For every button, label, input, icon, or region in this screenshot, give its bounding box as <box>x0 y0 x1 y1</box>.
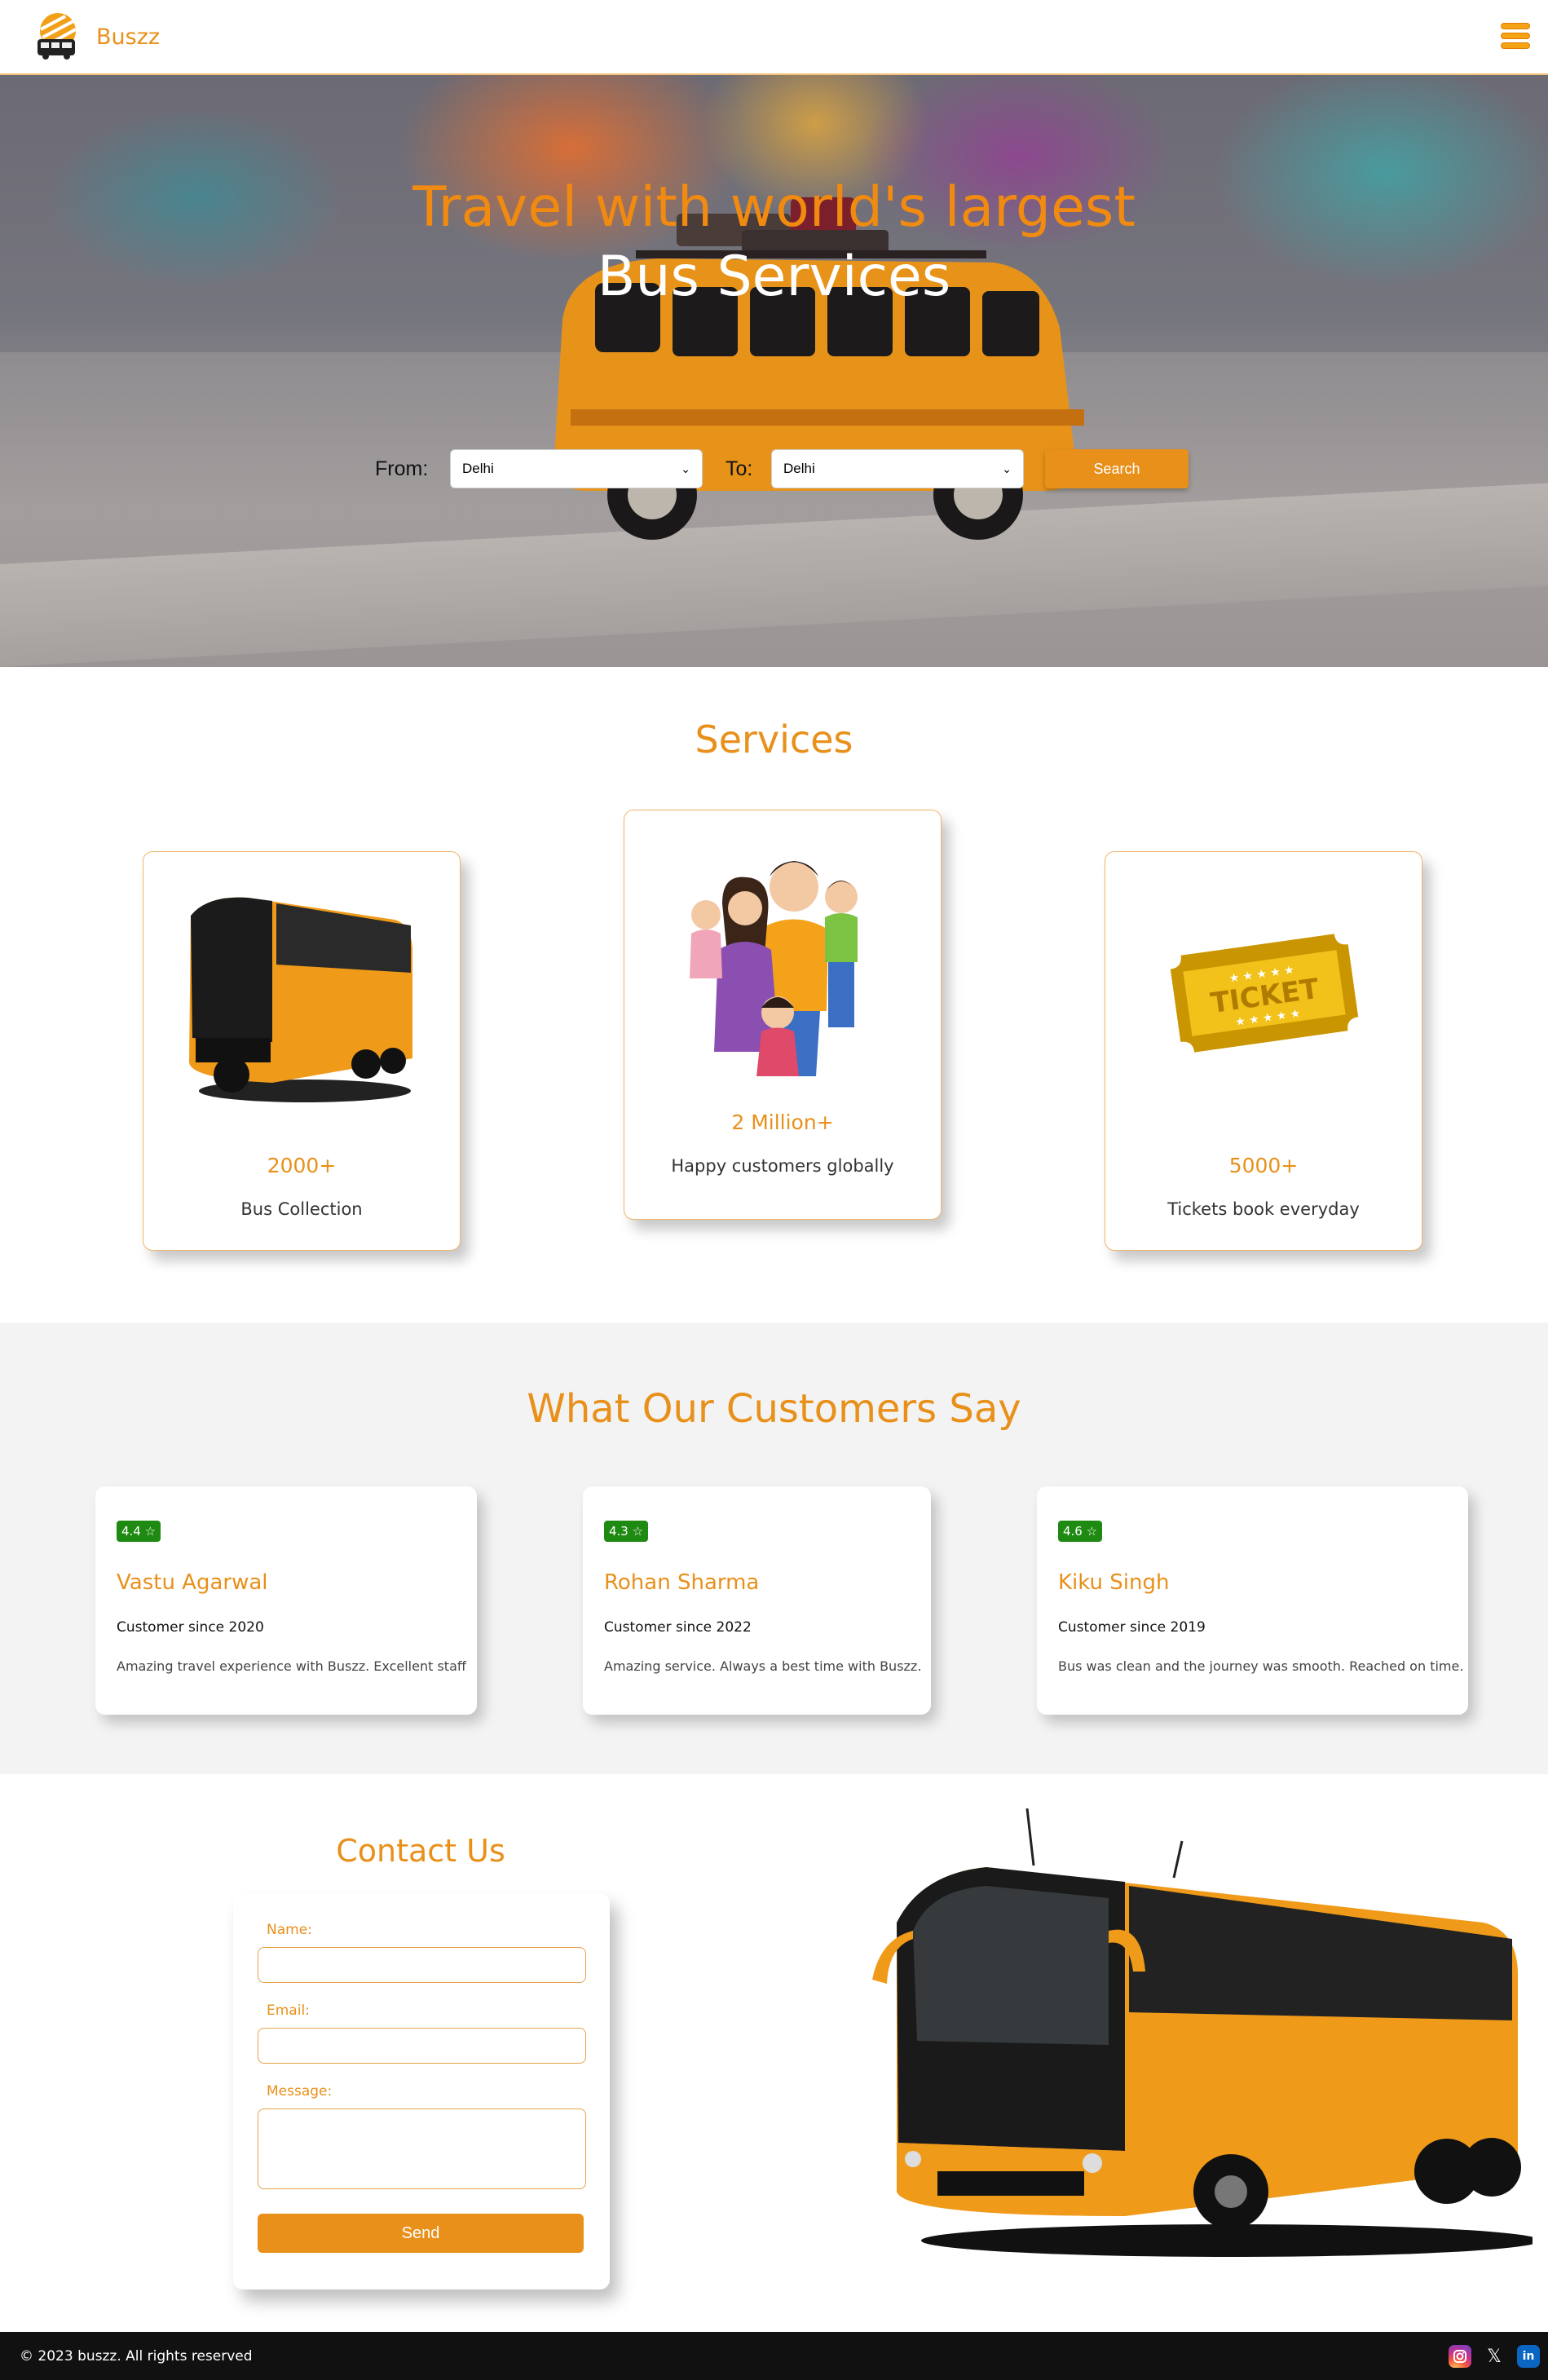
bus-icon <box>189 897 412 1102</box>
instagram-icon[interactable] <box>1449 2345 1471 2368</box>
email-input[interactable] <box>258 2028 586 2064</box>
name-label: Name: <box>267 1922 312 1938</box>
to-select[interactable]: Delhi ⌄ <box>771 449 1024 488</box>
testimonial-text: Amazing travel experience with Buszz. Ex… <box>117 1658 466 1674</box>
testimonials-title: What Our Customers Say <box>527 1386 1021 1432</box>
customer-name: Kiku Singh <box>1058 1570 1170 1595</box>
social-links: 𝕏 in <box>1449 2345 1540 2368</box>
hero-title-line2: Bus Services <box>597 245 951 309</box>
from-select[interactable]: Delhi ⌄ <box>450 449 703 488</box>
linkedin-icon[interactable]: in <box>1517 2345 1540 2368</box>
service-card-customers: 2 Million+ Happy customers globally <box>624 810 942 1220</box>
route-search-form: From: Delhi ⌄ To: Delhi ⌄ Search <box>375 448 1189 489</box>
to-select-value: Delhi <box>783 461 815 476</box>
contact-title: Contact Us <box>336 1833 505 1869</box>
testimonial-card: 4.4 ☆ Vastu Agarwal Customer since 2020 … <box>95 1486 477 1715</box>
rating-badge: 4.6 ☆ <box>1058 1521 1103 1542</box>
service-card-tickets: TICKET ★ ★ ★ ★ ★ ★ ★ ★ ★ ★ 5000+ Tickets… <box>1105 851 1422 1251</box>
rating-badge: 4.3 ☆ <box>604 1521 649 1542</box>
ticket-icon: TICKET ★ ★ ★ ★ ★ ★ ★ ★ ★ ★ <box>1170 934 1359 1053</box>
service-number: 2 Million+ <box>731 1111 834 1134</box>
from-label: From: <box>375 457 429 480</box>
service-card-bus: 2000+ Bus Collection <box>143 851 461 1251</box>
from-select-value: Delhi <box>462 461 494 476</box>
footer: © 2023 buszz. All rights reserved 𝕏 in <box>0 2332 1548 2380</box>
service-number: 5000+ <box>1228 1154 1299 1177</box>
message-textarea[interactable] <box>258 2108 586 2189</box>
contact-form: Name: Email: Message: Send <box>233 1893 610 2289</box>
name-input[interactable] <box>258 1947 586 1983</box>
bus-image <box>872 1808 1533 2257</box>
message-label: Message: <box>267 2083 333 2100</box>
hero-title-line1: Travel with world's largest <box>412 175 1136 240</box>
service-label: Tickets book everyday <box>1167 1199 1360 1219</box>
service-label: Happy customers globally <box>671 1156 894 1176</box>
brand-name[interactable]: Buszz <box>96 24 160 50</box>
copyright-text: © 2023 buszz. All rights reserved <box>20 2347 253 2365</box>
services-title: Services <box>695 718 853 762</box>
send-button[interactable]: Send <box>258 2214 584 2253</box>
rating-badge: 4.4 ☆ <box>117 1521 161 1542</box>
hero-banner: Travel with world's largest Bus Services <box>0 75 1548 667</box>
search-button[interactable]: Search <box>1045 449 1189 488</box>
service-label: Bus Collection <box>240 1199 363 1219</box>
testimonial-text: Amazing service. Always a best time with… <box>604 1658 922 1674</box>
testimonial-card: 4.3 ☆ Rohan Sharma Customer since 2022 A… <box>583 1486 931 1715</box>
customer-since: Customer since 2022 <box>604 1619 752 1636</box>
family-icon <box>690 861 858 1076</box>
chevron-down-icon: ⌄ <box>681 461 690 475</box>
testimonial-card: 4.6 ☆ Kiku Singh Customer since 2019 Bus… <box>1037 1486 1468 1715</box>
x-twitter-icon[interactable]: 𝕏 <box>1483 2345 1506 2368</box>
service-number: 2000+ <box>267 1154 337 1177</box>
navbar: Buszz <box>0 0 1548 75</box>
bus-logo-icon[interactable] <box>33 11 83 62</box>
chevron-down-icon: ⌄ <box>1002 461 1012 475</box>
to-label: To: <box>725 457 753 480</box>
customer-since: Customer since 2020 <box>117 1619 264 1636</box>
email-label: Email: <box>267 2002 310 2019</box>
testimonial-text: Bus was clean and the journey was smooth… <box>1058 1658 1464 1674</box>
customer-name: Vastu Agarwal <box>117 1570 268 1595</box>
customer-since: Customer since 2019 <box>1058 1619 1206 1636</box>
menu-icon[interactable] <box>1501 23 1530 49</box>
customer-name: Rohan Sharma <box>604 1570 760 1595</box>
